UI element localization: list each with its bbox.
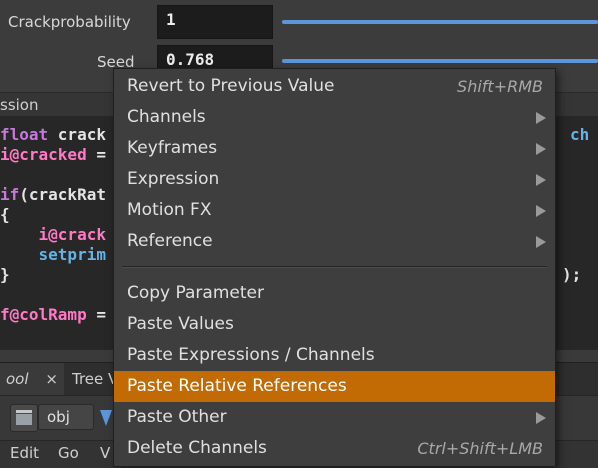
code-token: float xyxy=(0,125,58,144)
menu-go[interactable]: Go xyxy=(58,444,79,462)
path-node-obj[interactable]: obj xyxy=(38,404,94,430)
code-token: { xyxy=(0,205,10,224)
back-button[interactable] xyxy=(10,404,38,432)
crackprobability-field[interactable]: 1 xyxy=(157,5,273,39)
code-token: = xyxy=(86,305,106,324)
code-token: crack xyxy=(57,125,106,144)
tab-tool[interactable]: ool × xyxy=(0,363,64,395)
code-line: float crack xyxy=(0,125,106,145)
code-line: setprim xyxy=(0,245,106,265)
code-fragment-right-bottom: ); xyxy=(562,265,582,284)
submenu-arrow-icon xyxy=(536,412,546,424)
geo-node-icon xyxy=(98,406,112,428)
section-label: ssion xyxy=(0,96,39,114)
code-text: float crack i@cracked = if(crackRat{ i@cra… xyxy=(0,125,106,325)
menu-item-label: Channels xyxy=(127,107,206,127)
menu-item-delete-channels[interactable]: Delete Channels Ctrl+Shift+LMB xyxy=(114,433,555,464)
code-line: } xyxy=(0,265,106,285)
menu-item-motion-fx[interactable]: Motion FX xyxy=(114,195,555,226)
menu-view[interactable]: V xyxy=(100,444,110,462)
menu-edit[interactable]: Edit xyxy=(10,444,39,462)
code-line: f@colRamp = xyxy=(0,305,106,325)
menu-item-paste-expressions[interactable]: Paste Expressions / Channels xyxy=(114,340,555,371)
menu-item-keyframes[interactable]: Keyframes xyxy=(114,133,555,164)
menu-item-label: Copy Parameter xyxy=(127,283,264,303)
menu-item-paste-relative-references[interactable]: Paste Relative References xyxy=(114,371,555,402)
menu-item-label: Paste Expressions / Channels xyxy=(127,345,375,365)
menu-item-label: Paste Other xyxy=(127,407,227,427)
code-token: if xyxy=(0,185,20,204)
menu-item-reference[interactable]: Reference xyxy=(114,226,555,257)
submenu-arrow-icon xyxy=(536,236,546,248)
code-token: i@cracked xyxy=(0,145,87,164)
code-line: { xyxy=(0,205,106,225)
code-token: setprim xyxy=(0,245,106,264)
submenu-arrow-icon xyxy=(536,112,546,124)
clapper-icon xyxy=(16,410,32,425)
crackprobability-slider[interactable] xyxy=(282,20,598,24)
menu-item-paste-other[interactable]: Paste Other xyxy=(114,402,555,433)
code-token: } xyxy=(0,265,10,284)
param-label-crackprobability: Crackprobability xyxy=(8,13,131,31)
menu-item-label: Keyframes xyxy=(127,138,218,158)
code-line: i@crack xyxy=(0,225,106,245)
menu-separator xyxy=(122,266,547,268)
menu-item-channels[interactable]: Channels xyxy=(114,102,555,133)
code-token: (crackRat xyxy=(19,185,106,204)
tab-close-icon[interactable]: × xyxy=(45,370,58,388)
menu-item-paste-values[interactable]: Paste Values xyxy=(114,309,555,340)
menu-item-label: Paste Values xyxy=(127,314,234,334)
menu-item-label: Revert to Previous Value xyxy=(127,76,335,96)
menu-item-label: Expression xyxy=(127,169,220,189)
submenu-arrow-icon xyxy=(536,174,546,186)
menu-item-shortcut: Shift+RMB xyxy=(457,77,543,96)
menu-item-label: Motion FX xyxy=(127,200,212,220)
code-fragment-right-top: ch xyxy=(570,125,590,144)
path-node-label: obj xyxy=(47,408,70,426)
menu-item-expression[interactable]: Expression xyxy=(114,164,555,195)
code-token: i@crack xyxy=(0,225,106,244)
menu-item-revert[interactable]: Revert to Previous Value Shift+RMB xyxy=(114,71,555,102)
code-line: if(crackRat xyxy=(0,185,106,205)
menu-item-copy-parameter[interactable]: Copy Parameter xyxy=(114,278,555,309)
tab-tool-label: ool xyxy=(6,370,29,388)
code-token: f@colRamp xyxy=(0,305,87,324)
submenu-arrow-icon xyxy=(536,143,546,155)
menu-item-label: Reference xyxy=(127,231,213,251)
parameter-context-menu: Revert to Previous Value Shift+RMB Chann… xyxy=(113,68,556,467)
code-line: i@cracked = xyxy=(0,145,106,165)
menu-item-label: Delete Channels xyxy=(127,438,267,458)
submenu-arrow-icon xyxy=(536,205,546,217)
menu-item-shortcut: Ctrl+Shift+LMB xyxy=(417,439,543,458)
menu-item-label: Paste Relative References xyxy=(127,376,347,396)
seed-slider[interactable] xyxy=(282,59,598,63)
code-token: = xyxy=(86,145,106,164)
